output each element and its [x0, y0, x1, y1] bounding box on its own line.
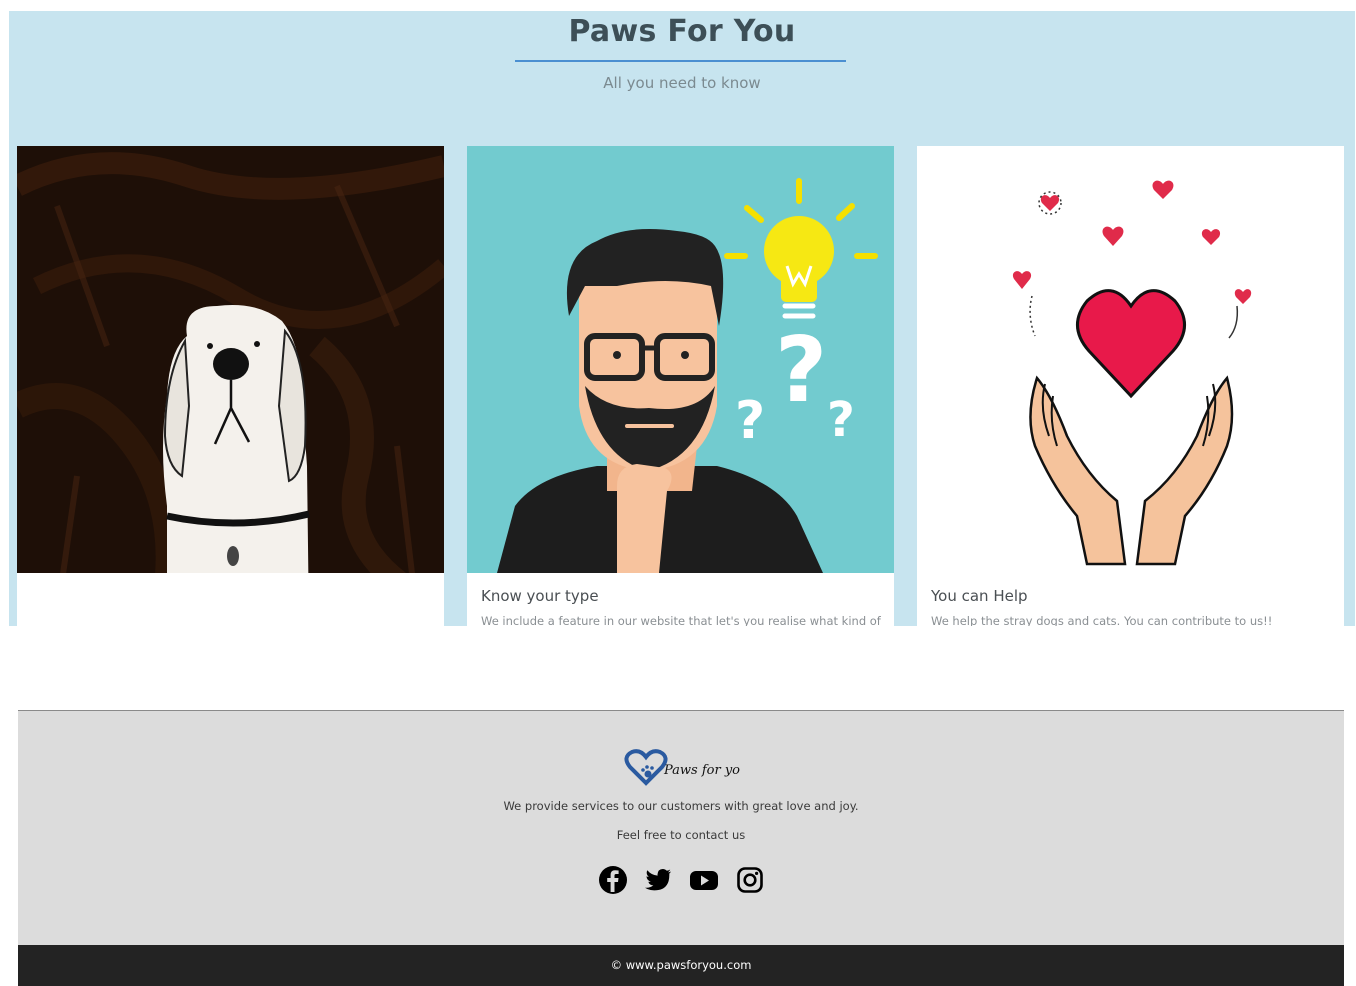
paws-logo-icon: Paws for you: [624, 749, 748, 786]
copyright-text: © www.pawsforyou.com: [610, 958, 752, 972]
instagram-icon[interactable]: [735, 865, 765, 895]
card-know-your-type[interactable]: ? ? ? Know your type We include a featur…: [467, 146, 894, 626]
svg-text:?: ?: [827, 392, 855, 448]
card-text: We help the stray dogs and cats. You can…: [931, 614, 1273, 626]
youtube-icon[interactable]: [689, 865, 719, 895]
title-divider: [515, 60, 846, 62]
svg-text:?: ?: [775, 318, 827, 423]
card-image-thinking-man: ? ? ?: [467, 146, 894, 573]
card-text: We include a feature in our website that…: [481, 614, 881, 626]
footer: Paws for you We provide services to our …: [18, 710, 1344, 945]
card-image-dog: [17, 146, 444, 573]
svg-text:?: ?: [735, 391, 765, 451]
card-title: You can Help: [931, 587, 1028, 605]
card-title: Know your type: [481, 587, 599, 605]
page-subtitle: All you need to know: [603, 74, 761, 92]
card-image-hands-heart: [917, 146, 1344, 573]
card-dog[interactable]: [17, 146, 444, 626]
copyright-bar: © www.pawsforyou.com: [18, 945, 1344, 986]
twitter-icon[interactable]: [643, 865, 673, 895]
logo-text: Paws for you: [663, 763, 740, 778]
dog-drawing-image: [17, 146, 444, 573]
hero-section: Paws For You All you need to know ? ? ? …: [9, 11, 1355, 626]
card-you-can-help[interactable]: You can Help We help the stray dogs and …: [917, 146, 1344, 626]
hands-heart-image: [917, 146, 1344, 573]
footer-description: We provide services to our customers wit…: [503, 799, 859, 813]
footer-contact: Feel free to contact us: [616, 828, 746, 842]
page-title: Paws For You: [568, 14, 796, 49]
footer-logo[interactable]: Paws for you: [624, 749, 748, 789]
facebook-icon[interactable]: [598, 865, 628, 895]
thinking-man-image: ? ? ?: [467, 146, 894, 573]
